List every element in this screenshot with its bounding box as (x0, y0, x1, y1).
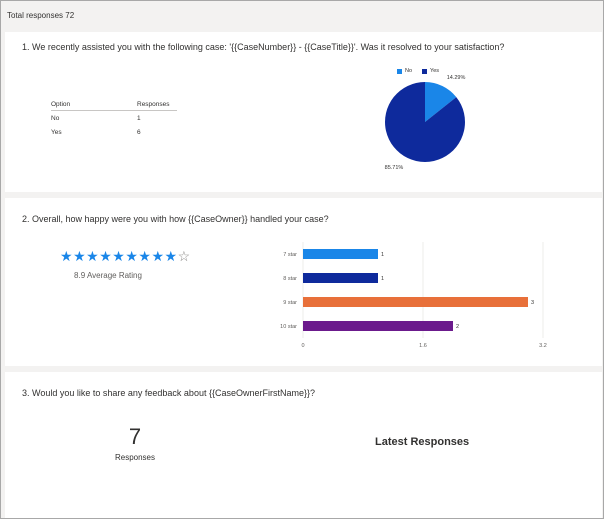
bar-9-star (303, 297, 528, 307)
bar-7-star (303, 249, 378, 259)
star-filled-icon: ★ (60, 248, 74, 264)
category-label: 10 star (280, 324, 297, 330)
question-card-3: 3. Would you like to share any feedback … (5, 372, 602, 518)
star-filled-icon: ★ (164, 248, 178, 264)
pie-data-label: 85.71% (385, 165, 404, 171)
total-responses: Total responses 72 (7, 11, 75, 20)
x-tick-label: 3.2 (539, 343, 547, 348)
average-rating: 8.9 Average Rating (74, 271, 142, 280)
question-title: 1. We recently assisted you with the fol… (22, 42, 505, 52)
responses-cell: 1 (137, 114, 141, 122)
option-cell: Yes (51, 128, 62, 136)
star-rating: ★★★★★★★★★☆ (60, 248, 191, 265)
star-filled-icon: ★ (138, 248, 152, 264)
report-header: Total responses 72 (1, 1, 603, 31)
response-count-label: Responses (114, 453, 156, 462)
category-label: 8 star (283, 276, 297, 282)
bar-value-label: 1 (381, 276, 384, 282)
column-header-responses: Responses (137, 100, 170, 108)
bar-value-label: 3 (531, 300, 534, 306)
options-table: Option Responses No 1 Yes 6 (51, 98, 177, 139)
star-filled-icon: ★ (112, 248, 126, 264)
star-filled-icon: ★ (151, 248, 165, 264)
question-card-2: 2. Overall, how happy were you with how … (5, 198, 602, 366)
responses-cell: 6 (137, 128, 141, 136)
category-label: 9 star (283, 300, 297, 306)
star-filled-icon: ★ (86, 248, 100, 264)
question-title: 2. Overall, how happy were you with how … (22, 214, 329, 224)
bar-value-label: 1 (381, 252, 384, 258)
question-title: 3. Would you like to share any feedback … (22, 388, 316, 398)
star-empty-icon: ☆ (177, 248, 191, 264)
table-row: Yes 6 (51, 125, 177, 139)
latest-responses-heading: Latest Responses (375, 436, 470, 448)
table-row: No 1 (51, 111, 177, 125)
bar-10-star (303, 321, 453, 331)
question-card-1: 1. We recently assisted you with the fol… (5, 32, 602, 192)
pie-chart: 14.29% 85.71% (385, 75, 466, 171)
response-count: 7 (128, 424, 142, 449)
bar-value-label: 2 (456, 324, 459, 330)
star-filled-icon: ★ (125, 248, 139, 264)
star-filled-icon: ★ (73, 248, 87, 264)
x-tick-label: 0 (301, 343, 304, 348)
option-cell: No (51, 114, 60, 122)
star-filled-icon: ★ (99, 248, 113, 264)
bar-8-star (303, 273, 378, 283)
table-header-row: Option Responses (51, 98, 177, 111)
pie-data-label: 14.29% (447, 75, 466, 81)
column-header-option: Option (51, 100, 71, 108)
x-tick-label: 1.6 (419, 343, 427, 348)
bar-chart: 0 1.6 3.2 7 star 1 8 star 1 9 star 3 10 star 2 (280, 242, 547, 348)
category-label: 7 star (283, 252, 297, 258)
